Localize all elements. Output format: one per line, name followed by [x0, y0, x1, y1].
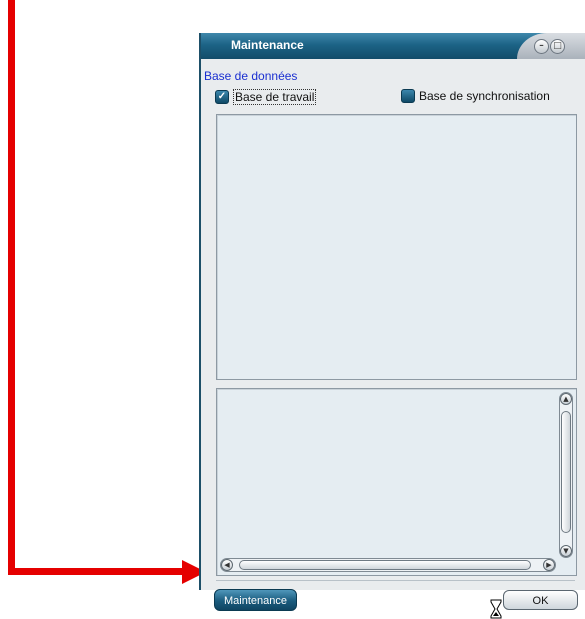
footer-divider: [216, 580, 575, 581]
database-list-panel[interactable]: [216, 114, 577, 380]
database-section-label: Base de données: [204, 69, 298, 83]
scroll-right-icon[interactable]: ▶: [543, 559, 555, 571]
scroll-up-icon[interactable]: ▲: [560, 393, 572, 405]
minimize-icon[interactable]: –: [534, 39, 549, 54]
horizontal-scrollbar[interactable]: ◀ ▶: [220, 558, 556, 572]
vertical-scrollbar[interactable]: ▲ ▼: [559, 392, 573, 558]
scroll-down-icon[interactable]: ▼: [560, 545, 572, 557]
work-db-label: Base de travail: [233, 89, 317, 105]
hourglass-cursor-icon: [490, 599, 502, 619]
checkbox-unchecked-icon[interactable]: [401, 89, 415, 103]
annotation-arrow-vertical: [8, 0, 15, 574]
horizontal-scroll-thumb[interactable]: [239, 560, 531, 570]
maintenance-button[interactable]: Maintenance: [214, 589, 297, 611]
maintenance-dialog: Maintenance – □ Base de données ✓ Base d…: [199, 33, 585, 619]
sync-db-label: Base de synchronisation: [419, 89, 550, 103]
sync-db-checkbox-row[interactable]: Base de synchronisation: [401, 89, 550, 103]
window-title: Maintenance: [231, 38, 304, 52]
scroll-left-icon[interactable]: ◀: [221, 559, 233, 571]
vertical-scroll-thumb[interactable]: [561, 411, 571, 533]
work-db-checkbox-row[interactable]: ✓ Base de travail: [215, 89, 317, 105]
annotation-arrow-horizontal: [8, 568, 188, 575]
checkbox-checked-icon[interactable]: ✓: [215, 90, 229, 104]
maximize-icon[interactable]: □: [550, 39, 565, 54]
log-output-panel[interactable]: ▲ ▼ ◀ ▶: [216, 388, 577, 576]
ok-button[interactable]: OK: [503, 590, 578, 610]
